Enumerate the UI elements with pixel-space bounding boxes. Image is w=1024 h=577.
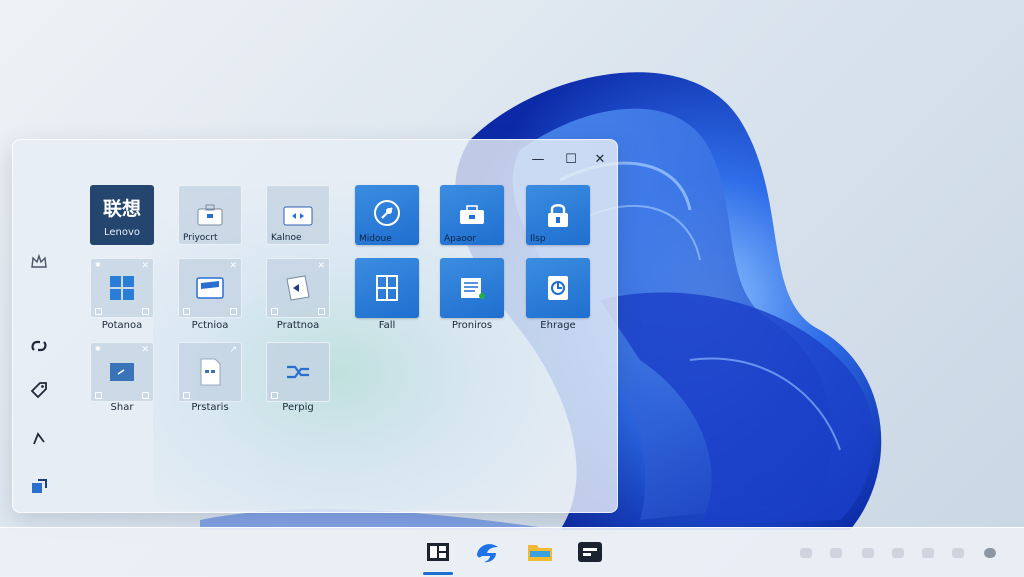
branch-icon (287, 365, 309, 379)
tile-pctnioa[interactable]: ✕ (178, 258, 242, 318)
active-indicator (423, 572, 453, 575)
checkbox-icon[interactable] (271, 392, 278, 399)
tag-icon[interactable] (27, 378, 51, 402)
tile-caption: Prattnoa (276, 320, 320, 331)
checkbox-icon[interactable] (142, 308, 149, 315)
windows-icon (110, 276, 134, 300)
tray-icon[interactable] (952, 548, 964, 558)
briefcase-icon (197, 204, 223, 226)
toolbox-icon (460, 205, 484, 224)
crown-icon[interactable] (27, 250, 51, 274)
screen-icon (110, 363, 134, 381)
tile-project[interactable]: Priyocrt (178, 185, 242, 245)
tile-label: Ilsp (530, 234, 546, 244)
lock-icon (548, 204, 568, 227)
close-icon[interactable]: ✕ (141, 345, 149, 355)
tile-label: Midoue (359, 234, 392, 244)
tile-caption: Potanoa (101, 320, 143, 331)
link-icon[interactable] (27, 334, 51, 358)
terminal-icon[interactable] (576, 538, 604, 566)
cursor-icon[interactable] (27, 426, 51, 450)
window-grid-icon (376, 275, 398, 301)
tray-icon[interactable] (892, 548, 904, 558)
close-icon[interactable]: ✕ (317, 261, 325, 271)
storage-icon (548, 276, 568, 300)
tray-icon[interactable] (862, 548, 874, 558)
notification-icon[interactable] (984, 548, 996, 558)
checkbox-icon[interactable] (230, 308, 237, 315)
windows-icon[interactable] (424, 538, 452, 566)
tile-fall[interactable] (355, 258, 419, 318)
tile-caption: Pctnioa (191, 320, 229, 331)
close-icon[interactable]: ✕ (229, 261, 237, 271)
close-icon[interactable]: ↗ (229, 345, 237, 355)
export-icon[interactable] (27, 474, 51, 498)
tile-caption: Ehrage (540, 320, 576, 331)
tile-prstaris[interactable]: ↗ (178, 342, 242, 402)
star-icon: ✱ (95, 261, 101, 269)
checkbox-icon[interactable] (95, 392, 102, 399)
edge-icon[interactable] (474, 538, 502, 566)
tile-apaoor[interactable]: Apaoor (440, 185, 504, 245)
pin-icon (374, 200, 400, 226)
tile-proniros[interactable] (440, 258, 504, 318)
tile-caption: Shar (110, 402, 134, 413)
tile-label: Priyocrt (183, 233, 218, 243)
minimize-button[interactable]: — (526, 150, 550, 168)
lenovo-cn-label: 联想 (102, 197, 141, 220)
folder-arrows-icon (283, 206, 313, 226)
tile-ehrage[interactable] (526, 258, 590, 318)
tile-lenovo[interactable]: 联想 Lenovo (90, 185, 154, 245)
close-icon[interactable]: ✕ (141, 261, 149, 271)
tile-caption: Perpig (282, 402, 314, 413)
checkbox-icon[interactable] (142, 392, 149, 399)
tile-label: Kalnoe (271, 233, 302, 243)
tile-windows[interactable]: ✕ ✱ (90, 258, 154, 318)
tile-midoue[interactable]: Midoue (355, 185, 419, 245)
tile-perpig[interactable] (266, 342, 330, 402)
checkbox-icon[interactable] (95, 308, 102, 315)
tray-icon[interactable] (830, 548, 842, 558)
tile-kalnoe[interactable]: Kalnoe (266, 185, 330, 245)
tile-prattnoa[interactable]: ✕ (266, 258, 330, 318)
folder-icon[interactable] (526, 538, 554, 566)
tile-shar[interactable]: ✕ ✱ (90, 342, 154, 402)
tray-icon[interactable] (800, 548, 812, 558)
checkbox-icon[interactable] (183, 392, 190, 399)
tile-lock[interactable]: Ilsp (526, 185, 590, 245)
checkbox-icon[interactable] (318, 308, 325, 315)
slides-icon (196, 277, 224, 299)
star-icon: ✱ (95, 345, 101, 353)
lenovo-en-label: Lenovo (103, 226, 141, 238)
tile-caption: Fall (378, 320, 396, 331)
taskbar (0, 527, 1024, 577)
checkbox-icon[interactable] (183, 308, 190, 315)
maximize-button[interactable]: ☐ (559, 150, 583, 168)
printer-icon (461, 278, 485, 299)
document-arrow-icon (286, 275, 310, 301)
tile-label: Apaoor (444, 234, 477, 244)
close-button[interactable]: ✕ (588, 150, 612, 168)
tile-caption: Proniros (451, 320, 493, 331)
start-launcher-window: — ☐ ✕ 联想 Lenovo Priyocrt Kalnoe Midoue A… (12, 139, 618, 513)
document-icon (200, 358, 221, 386)
checkbox-icon[interactable] (271, 308, 278, 315)
tray-icon[interactable] (922, 548, 934, 558)
tile-caption: Prstaris (191, 402, 229, 413)
